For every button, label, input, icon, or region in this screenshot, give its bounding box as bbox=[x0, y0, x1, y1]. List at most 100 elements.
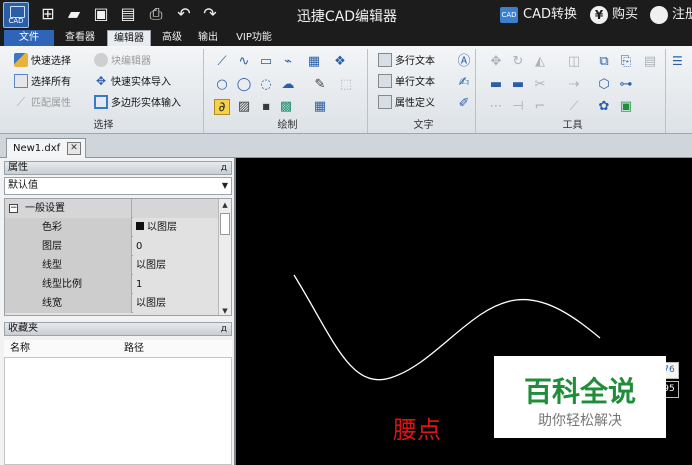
document-tab[interactable]: New1.dxf ✕ bbox=[6, 138, 86, 158]
property-row-layer[interactable]: 图层 0 bbox=[5, 237, 219, 256]
ribbon-overflow-icon[interactable]: ☰ bbox=[672, 54, 692, 94]
document-tab-label: New1.dxf bbox=[13, 143, 61, 154]
clipboard-icon[interactable]: ▤ bbox=[642, 54, 658, 70]
select-all-button[interactable]: 选择所有 bbox=[14, 74, 71, 92]
property-value[interactable]: 1 bbox=[133, 275, 219, 294]
buy-label: 购买 bbox=[612, 7, 639, 22]
rotate-icon[interactable]: ↻ bbox=[510, 54, 526, 70]
join-icon[interactable]: ⊶ bbox=[618, 77, 634, 93]
extend-icon[interactable]: ⇢ bbox=[566, 77, 582, 93]
image-icon[interactable]: ▩ bbox=[278, 99, 294, 115]
pin-icon[interactable]: д bbox=[221, 323, 227, 335]
property-row-color[interactable]: 色彩 以图层 bbox=[5, 218, 219, 237]
property-row-lineweight[interactable]: 线宽 以图层 bbox=[5, 294, 219, 313]
revision-cloud-icon[interactable]: ☁ bbox=[280, 77, 296, 93]
hatch-icon[interactable]: ▦ bbox=[306, 54, 322, 70]
offset-icon[interactable]: ▬ bbox=[510, 77, 526, 93]
property-value[interactable]: 以图层 bbox=[133, 256, 219, 275]
mirror-icon[interactable]: ◭ bbox=[532, 54, 548, 70]
point-style-icon[interactable]: ∂ bbox=[214, 99, 230, 115]
menu-editor[interactable]: 编辑器 bbox=[107, 30, 151, 46]
scale-icon[interactable]: ◫ bbox=[566, 54, 582, 70]
break-icon[interactable]: ⋯ bbox=[488, 99, 504, 115]
stext-button[interactable]: 单行文本 bbox=[378, 74, 435, 92]
buy-button[interactable]: ¥ 购买 bbox=[590, 5, 638, 25]
scroll-thumb[interactable] bbox=[220, 213, 230, 235]
measure-icon[interactable]: ▣ bbox=[618, 99, 634, 115]
save-icon[interactable]: ▣ bbox=[91, 4, 111, 24]
rectangle-icon[interactable]: ▭ bbox=[258, 54, 274, 70]
point-icon[interactable]: ■ bbox=[258, 99, 274, 115]
pencil-icon[interactable]: ✎ bbox=[312, 77, 328, 93]
group-icon[interactable]: ✿ bbox=[596, 99, 612, 115]
attdef-button[interactable]: 属性定义 bbox=[378, 95, 435, 113]
arc-icon[interactable]: ◌ bbox=[258, 77, 274, 93]
match-properties-button[interactable]: ⟋ 匹配属性 bbox=[14, 95, 71, 113]
undo-icon[interactable]: ↶ bbox=[174, 4, 194, 24]
ribbon-group-text-label: 文字 bbox=[413, 120, 434, 131]
ribbon-group-draw-label: 绘制 bbox=[277, 120, 298, 131]
menu-advanced[interactable]: 高级 bbox=[155, 30, 189, 46]
property-value[interactable]: 以图层 bbox=[133, 294, 219, 313]
trim-icon[interactable]: ✂ bbox=[532, 77, 548, 93]
mtext-button[interactable]: 多行文本 bbox=[378, 53, 435, 71]
app-logo-icon[interactable]: CAD bbox=[3, 2, 29, 28]
spline-icon[interactable]: ⌁ bbox=[280, 54, 296, 70]
properties-filter-dropdown[interactable]: 默认值 ▼ bbox=[4, 177, 232, 195]
text-edit-icon[interactable]: ✍ bbox=[456, 75, 472, 91]
properties-scrollbar[interactable]: ▲ ▼ bbox=[218, 199, 231, 315]
pin-icon[interactable]: д bbox=[221, 162, 227, 174]
col-path[interactable]: 路径 bbox=[124, 340, 144, 358]
field-icon[interactable]: ✐ bbox=[456, 96, 472, 112]
category-row[interactable]: − 一般设置 bbox=[5, 199, 219, 218]
block-editor-button[interactable]: 块编辑器 bbox=[94, 53, 151, 71]
fillet-icon[interactable]: ⌐ bbox=[532, 99, 548, 115]
circle-icon[interactable]: ○ bbox=[214, 77, 230, 93]
chamfer-icon[interactable]: ⟋ bbox=[566, 99, 582, 115]
register-button[interactable]: 注册 bbox=[650, 5, 692, 25]
gradient-icon[interactable]: ▨ bbox=[236, 99, 252, 115]
property-value[interactable]: 以图层 bbox=[133, 218, 219, 237]
property-row-linetype[interactable]: 线型 以图层 bbox=[5, 256, 219, 275]
menu-viewer[interactable]: 查看器 bbox=[58, 30, 102, 46]
favorites-column-header: 名称 路径 bbox=[4, 340, 232, 358]
ellipse-icon[interactable]: ◯ bbox=[236, 77, 252, 93]
polygon-entity-input-button[interactable]: 多边形实体输入 bbox=[94, 95, 181, 113]
watermark: 百科全说 助你轻松解决 bbox=[494, 356, 666, 438]
line-icon[interactable]: ⟋ bbox=[214, 54, 230, 70]
menu-file[interactable]: 文件 bbox=[4, 30, 54, 46]
text-style-icon[interactable]: Ⓐ bbox=[456, 54, 472, 70]
insert-block-icon[interactable]: ❖ bbox=[332, 54, 348, 70]
cad-convert-label: CAD转换 bbox=[523, 7, 577, 22]
scroll-up-icon[interactable]: ▲ bbox=[219, 199, 231, 211]
quick-select-button[interactable]: 快速选择 bbox=[14, 53, 71, 71]
array-icon[interactable]: ▬ bbox=[488, 77, 504, 93]
property-row-linetype-scale[interactable]: 线型比例 1 bbox=[5, 275, 219, 294]
region-icon[interactable]: ⬚ bbox=[338, 77, 354, 93]
open-folder-icon[interactable]: ▰ bbox=[64, 4, 84, 24]
cad-convert-button[interactable]: CAD CAD转换 bbox=[500, 5, 577, 25]
menu-output[interactable]: 输出 bbox=[193, 30, 223, 46]
paste-icon[interactable]: ⎘ bbox=[618, 54, 634, 70]
explode-icon[interactable]: ⬡ bbox=[596, 77, 612, 93]
scroll-down-icon[interactable]: ▼ bbox=[219, 305, 231, 315]
close-tab-icon[interactable]: ✕ bbox=[67, 142, 81, 155]
table-icon[interactable]: ▦ bbox=[312, 99, 328, 115]
brush-icon: ⟋ bbox=[16, 95, 26, 109]
property-value[interactable]: 0 bbox=[133, 237, 219, 256]
col-name[interactable]: 名称 bbox=[10, 340, 30, 358]
mtext-label: 多行文本 bbox=[395, 56, 435, 67]
stext-label: 单行文本 bbox=[395, 77, 435, 88]
copy-icon[interactable]: ⧉ bbox=[596, 54, 612, 70]
new-file-icon[interactable]: ⊞ bbox=[38, 4, 58, 24]
menu-vip[interactable]: VIP功能 bbox=[228, 30, 280, 46]
quick-entity-import-button[interactable]: ✥ 快速实体导入 bbox=[94, 74, 171, 92]
collapse-icon[interactable]: − bbox=[9, 204, 18, 213]
favorites-list[interactable] bbox=[4, 358, 232, 465]
move-icon[interactable]: ✥ bbox=[488, 54, 504, 70]
stretch-icon[interactable]: ⊣ bbox=[510, 99, 526, 115]
redo-icon[interactable]: ↷ bbox=[200, 4, 220, 24]
polyline-icon[interactable]: ∿ bbox=[236, 54, 252, 70]
save-as-icon[interactable]: ▤ bbox=[118, 4, 138, 24]
print-icon[interactable]: ⎙ bbox=[146, 4, 166, 24]
